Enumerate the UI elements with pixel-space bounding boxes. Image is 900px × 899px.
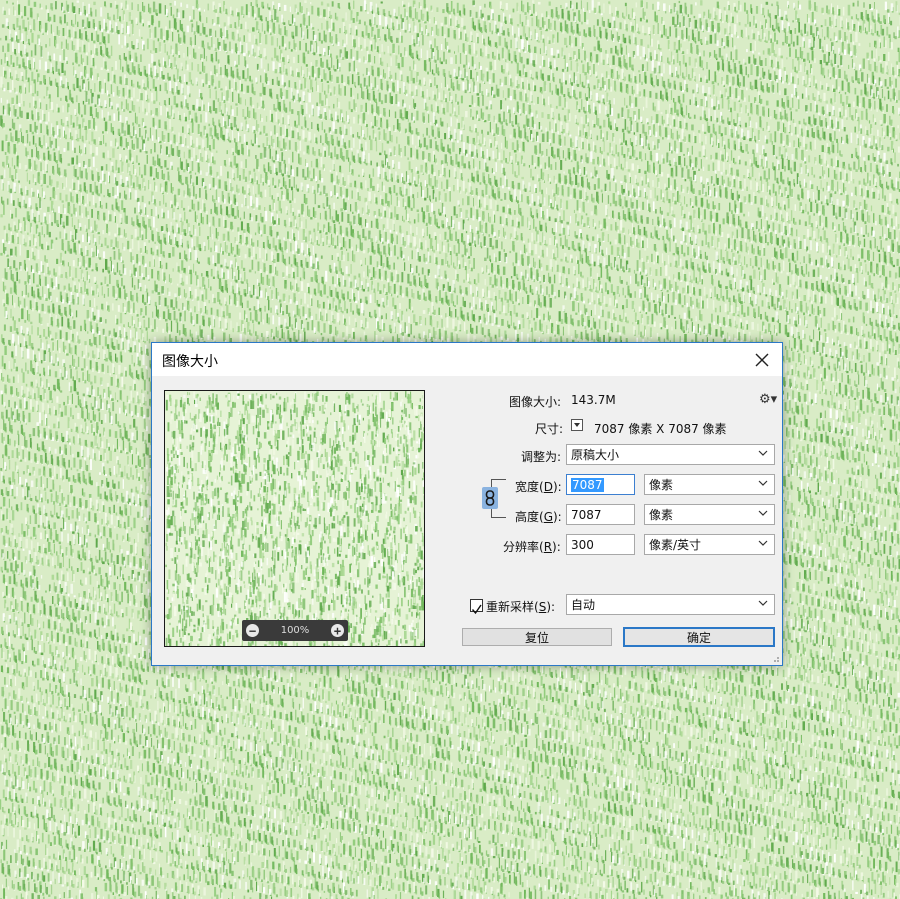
- resolution-label: 分辨率(R):: [503, 538, 561, 555]
- resolution-unit-value: 像素/英寸: [649, 536, 701, 553]
- width-label: 宽度(D):: [515, 478, 562, 495]
- dimensions-value: 7087 像素 X 7087 像素: [594, 420, 727, 437]
- chain-link-icon: [485, 490, 495, 506]
- chevron-down-icon: [758, 600, 768, 606]
- width-input[interactable]: 7087: [566, 474, 635, 495]
- resolution-value: 300: [571, 538, 594, 552]
- fit-to-value: 原稿大小: [571, 446, 619, 463]
- ok-button[interactable]: 确定: [623, 627, 775, 647]
- resolution-input[interactable]: 300: [566, 534, 635, 555]
- height-value: 7087: [571, 508, 602, 522]
- zoom-out-icon[interactable]: −: [246, 624, 259, 637]
- image-size-label: 图像大小:: [509, 393, 561, 410]
- checkmark-icon: [471, 604, 482, 615]
- dialog-title: 图像大小: [162, 351, 218, 371]
- dialog-titlebar: 图像大小: [152, 343, 782, 376]
- resample-checkbox[interactable]: [470, 599, 483, 615]
- image-size-value: 143.7M: [571, 393, 616, 407]
- dimensions-dropdown[interactable]: [571, 419, 583, 431]
- chevron-down-icon: [758, 510, 768, 516]
- height-unit-value: 像素: [649, 506, 673, 523]
- chevron-down-icon: [758, 480, 768, 486]
- zoom-in-icon[interactable]: +: [331, 624, 344, 637]
- height-input[interactable]: 7087: [566, 504, 635, 525]
- dialog-body: − 100% + 图像大小: 143.7M ⚙▾ 尺寸: 7087 像素 X 7…: [152, 376, 782, 665]
- resolution-unit-select[interactable]: 像素/英寸: [644, 534, 775, 555]
- zoom-level: 100%: [281, 625, 310, 636]
- resample-method-value: 自动: [571, 596, 595, 613]
- close-icon: [755, 353, 769, 366]
- image-preview[interactable]: − 100% +: [164, 390, 425, 647]
- height-label: 高度(G):: [515, 508, 562, 525]
- width-value: 7087: [571, 477, 604, 492]
- reset-button[interactable]: 复位: [462, 628, 612, 646]
- close-button[interactable]: [746, 345, 778, 374]
- width-unit-value: 像素: [649, 476, 673, 493]
- resample-label: 重新采样(S):: [486, 598, 555, 615]
- width-unit-select[interactable]: 像素: [644, 474, 775, 495]
- chevron-down-icon: [758, 540, 768, 546]
- fit-to-label: 调整为:: [521, 448, 561, 465]
- triangle-down-icon: [574, 423, 580, 427]
- zoom-control: − 100% +: [242, 620, 348, 641]
- resize-grip-icon[interactable]: [772, 655, 780, 663]
- chevron-down-icon: [758, 450, 768, 456]
- resample-method-select[interactable]: 自动: [566, 594, 775, 615]
- dimensions-label: 尺寸:: [535, 420, 563, 437]
- preview-texture: [165, 391, 424, 646]
- image-size-dialog: 图像大小 − 100% + 图像大小: 143.7M ⚙▾ 尺寸: 7087 像…: [151, 342, 783, 666]
- gear-icon[interactable]: ⚙▾: [759, 392, 777, 407]
- height-unit-select[interactable]: 像素: [644, 504, 775, 525]
- link-bracket-bottom: [491, 508, 506, 518]
- fit-to-select[interactable]: 原稿大小: [566, 444, 775, 465]
- constrain-proportions-toggle[interactable]: [482, 487, 498, 509]
